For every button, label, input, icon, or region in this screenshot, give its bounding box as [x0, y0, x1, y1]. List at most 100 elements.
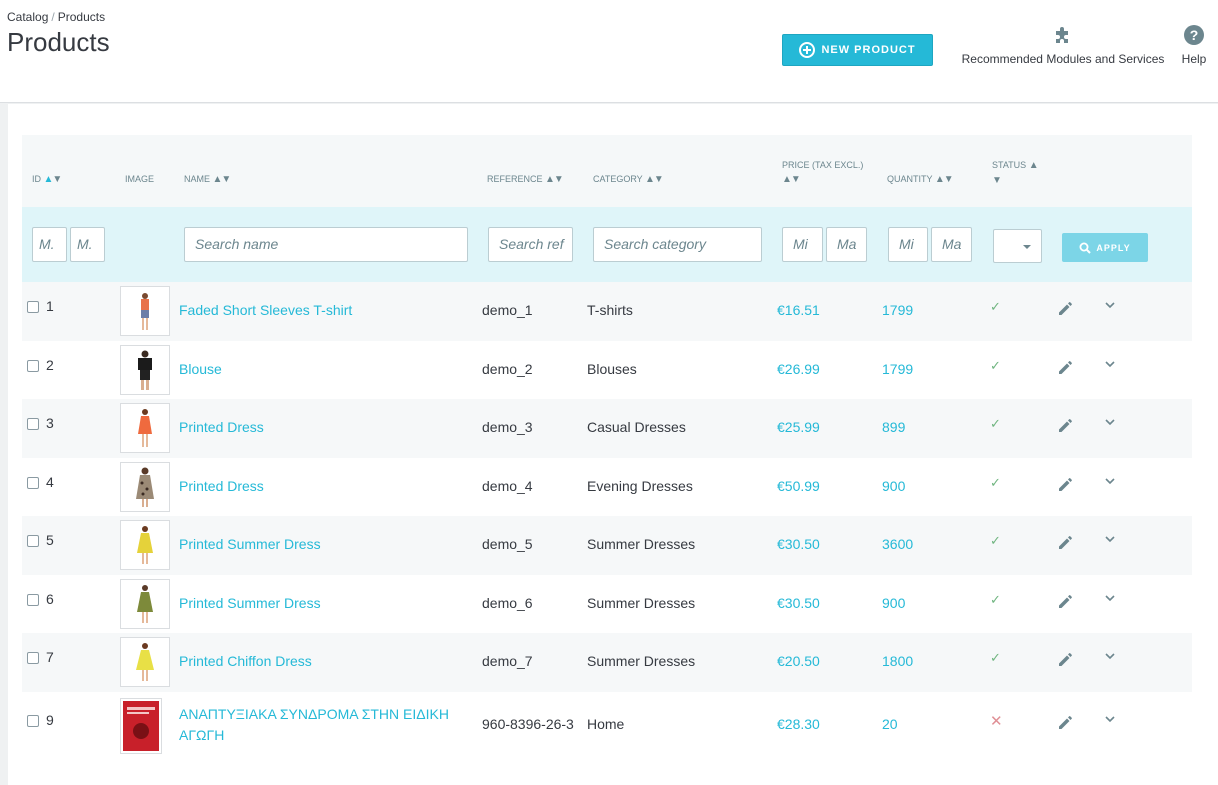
- product-name-link[interactable]: Printed Summer Dress: [179, 536, 321, 552]
- search-icon: [1079, 242, 1092, 254]
- chevron-down-icon[interactable]: [1104, 475, 1116, 487]
- product-thumbnail[interactable]: [120, 578, 170, 629]
- product-name-link[interactable]: Printed Dress: [179, 419, 264, 435]
- edit-pencil-icon[interactable]: [1057, 299, 1075, 317]
- row-checkbox[interactable]: [27, 418, 39, 430]
- quantity-min-input[interactable]: Mi: [888, 227, 928, 262]
- edit-pencil-icon[interactable]: [1057, 475, 1075, 493]
- edit-pencil-icon[interactable]: [1057, 713, 1075, 731]
- edit-pencil-icon[interactable]: [1057, 416, 1075, 434]
- price-max-input[interactable]: Ma: [826, 227, 867, 262]
- table-header: ID ▲▼ Image Name ▲▼ Reference ▲▼ Categor…: [22, 135, 1192, 207]
- price-min-input[interactable]: Mi: [782, 227, 823, 262]
- help-link[interactable]: ? Help: [1178, 24, 1210, 66]
- breadcrumb-catalog[interactable]: Catalog: [7, 10, 48, 24]
- product-reference: demo_5: [482, 536, 533, 552]
- status-enabled-check-icon[interactable]: ✓: [990, 475, 1001, 491]
- header-reference-label: Reference: [487, 174, 543, 184]
- status-enabled-check-icon[interactable]: ✓: [990, 358, 1001, 374]
- chevron-down-icon[interactable]: [1104, 650, 1116, 662]
- svg-text:?: ?: [1190, 27, 1199, 43]
- header-name[interactable]: Name ▲▼: [184, 174, 231, 185]
- row-checkbox[interactable]: [27, 535, 39, 547]
- quantity-max-input[interactable]: Ma: [931, 227, 972, 262]
- product-quantity[interactable]: 1799: [882, 361, 913, 377]
- product-name-link[interactable]: Printed Chiffon Dress: [179, 653, 312, 669]
- status-enabled-check-icon[interactable]: ✓: [990, 416, 1001, 432]
- product-quantity[interactable]: 3600: [882, 536, 913, 552]
- chevron-down-icon[interactable]: [1104, 533, 1116, 545]
- product-price[interactable]: €16.51: [777, 302, 820, 318]
- chevron-down-icon[interactable]: [1104, 358, 1116, 370]
- header-status[interactable]: Status ▲ ▼: [992, 158, 1039, 188]
- table-row: 4 Printed Dress demo_4 Evening Dresses €…: [22, 458, 1192, 517]
- header-quantity[interactable]: Quantity ▲▼: [887, 174, 954, 185]
- product-price[interactable]: €26.99: [777, 361, 820, 377]
- product-quantity[interactable]: 900: [882, 478, 905, 494]
- category-search-input[interactable]: Search category: [593, 227, 762, 262]
- product-category: Summer Dresses: [587, 536, 696, 552]
- chevron-down-icon[interactable]: [1104, 416, 1116, 428]
- header-price[interactable]: Price (tax excl.) ▲▼: [782, 158, 867, 187]
- status-filter-select[interactable]: [993, 229, 1042, 263]
- product-quantity[interactable]: 899: [882, 419, 905, 435]
- product-name-link[interactable]: ΑΝΑΠΤΥΞΙΑΚΑ ΣΥΝΔΡΟΜΑ ΣΤΗΝ ΕΙΔΙΚΗ ΑΓΩΓΗ: [179, 704, 449, 746]
- product-name-link[interactable]: Printed Summer Dress: [179, 595, 321, 611]
- status-enabled-check-icon[interactable]: ✓: [990, 650, 1001, 666]
- id-min-input[interactable]: M.: [32, 227, 67, 262]
- product-thumbnail[interactable]: [120, 286, 170, 336]
- product-quantity[interactable]: 1799: [882, 302, 913, 318]
- product-id: 9: [46, 711, 54, 728]
- product-price[interactable]: €50.99: [777, 478, 820, 494]
- name-search-input[interactable]: Search name: [184, 227, 468, 262]
- header-id-label: ID: [32, 174, 41, 184]
- product-image-green-dress: [137, 584, 153, 623]
- row-checkbox[interactable]: [27, 301, 39, 313]
- header-category[interactable]: Category ▲▼: [593, 174, 664, 185]
- edit-pencil-icon[interactable]: [1057, 650, 1075, 668]
- reference-search-input[interactable]: Search ref: [488, 227, 573, 262]
- product-thumbnail[interactable]: [120, 344, 170, 395]
- product-id: 5: [46, 532, 54, 548]
- product-name-link[interactable]: Printed Dress: [179, 478, 264, 494]
- row-checkbox[interactable]: [27, 359, 39, 372]
- recommended-modules-link[interactable]: Recommended Modules and Services: [957, 24, 1169, 66]
- chevron-down-icon[interactable]: [1104, 299, 1116, 311]
- status-enabled-check-icon[interactable]: ✓: [990, 592, 1001, 608]
- id-max-input[interactable]: M.: [70, 227, 105, 262]
- product-thumbnail[interactable]: [120, 403, 170, 453]
- product-thumbnail[interactable]: [120, 697, 162, 754]
- status-enabled-check-icon[interactable]: ✓: [990, 533, 1001, 549]
- edit-pencil-icon[interactable]: [1057, 533, 1075, 551]
- row-checkbox[interactable]: [27, 593, 39, 606]
- edit-pencil-icon[interactable]: [1057, 592, 1075, 610]
- row-checkbox[interactable]: [27, 476, 39, 489]
- header-id[interactable]: ID ▲▼: [32, 174, 62, 185]
- status-enabled-check-icon[interactable]: ✓: [990, 299, 1001, 315]
- product-thumbnail[interactable]: [120, 461, 170, 512]
- product-name-link[interactable]: Faded Short Sleeves T-shirt: [179, 302, 352, 318]
- product-quantity[interactable]: 900: [882, 595, 905, 611]
- row-checkbox[interactable]: [27, 652, 39, 664]
- chevron-down-icon[interactable]: [1104, 713, 1116, 725]
- product-price[interactable]: €25.99: [777, 419, 820, 435]
- row-checkbox[interactable]: [27, 714, 39, 727]
- header-reference[interactable]: Reference ▲▼: [487, 174, 564, 185]
- product-thumbnail[interactable]: [120, 520, 170, 570]
- breadcrumb-products[interactable]: Products: [58, 10, 105, 24]
- product-quantity[interactable]: 1800: [882, 653, 913, 669]
- product-price[interactable]: €28.30: [777, 716, 820, 732]
- help-icon: ?: [1184, 25, 1204, 45]
- new-product-button[interactable]: New product: [782, 34, 933, 66]
- product-thumbnail[interactable]: [120, 637, 170, 687]
- product-price[interactable]: €30.50: [777, 536, 820, 552]
- status-disabled-cross-icon[interactable]: ✕: [990, 712, 1003, 730]
- product-price[interactable]: €30.50: [777, 595, 820, 611]
- chevron-down-icon[interactable]: [1104, 592, 1116, 604]
- product-name-link[interactable]: Blouse: [179, 361, 222, 377]
- product-reference: demo_4: [482, 477, 533, 494]
- product-price[interactable]: €20.50: [777, 653, 820, 669]
- edit-pencil-icon[interactable]: [1057, 358, 1075, 376]
- product-quantity[interactable]: 20: [882, 716, 898, 732]
- apply-filter-button[interactable]: Apply: [1062, 233, 1148, 262]
